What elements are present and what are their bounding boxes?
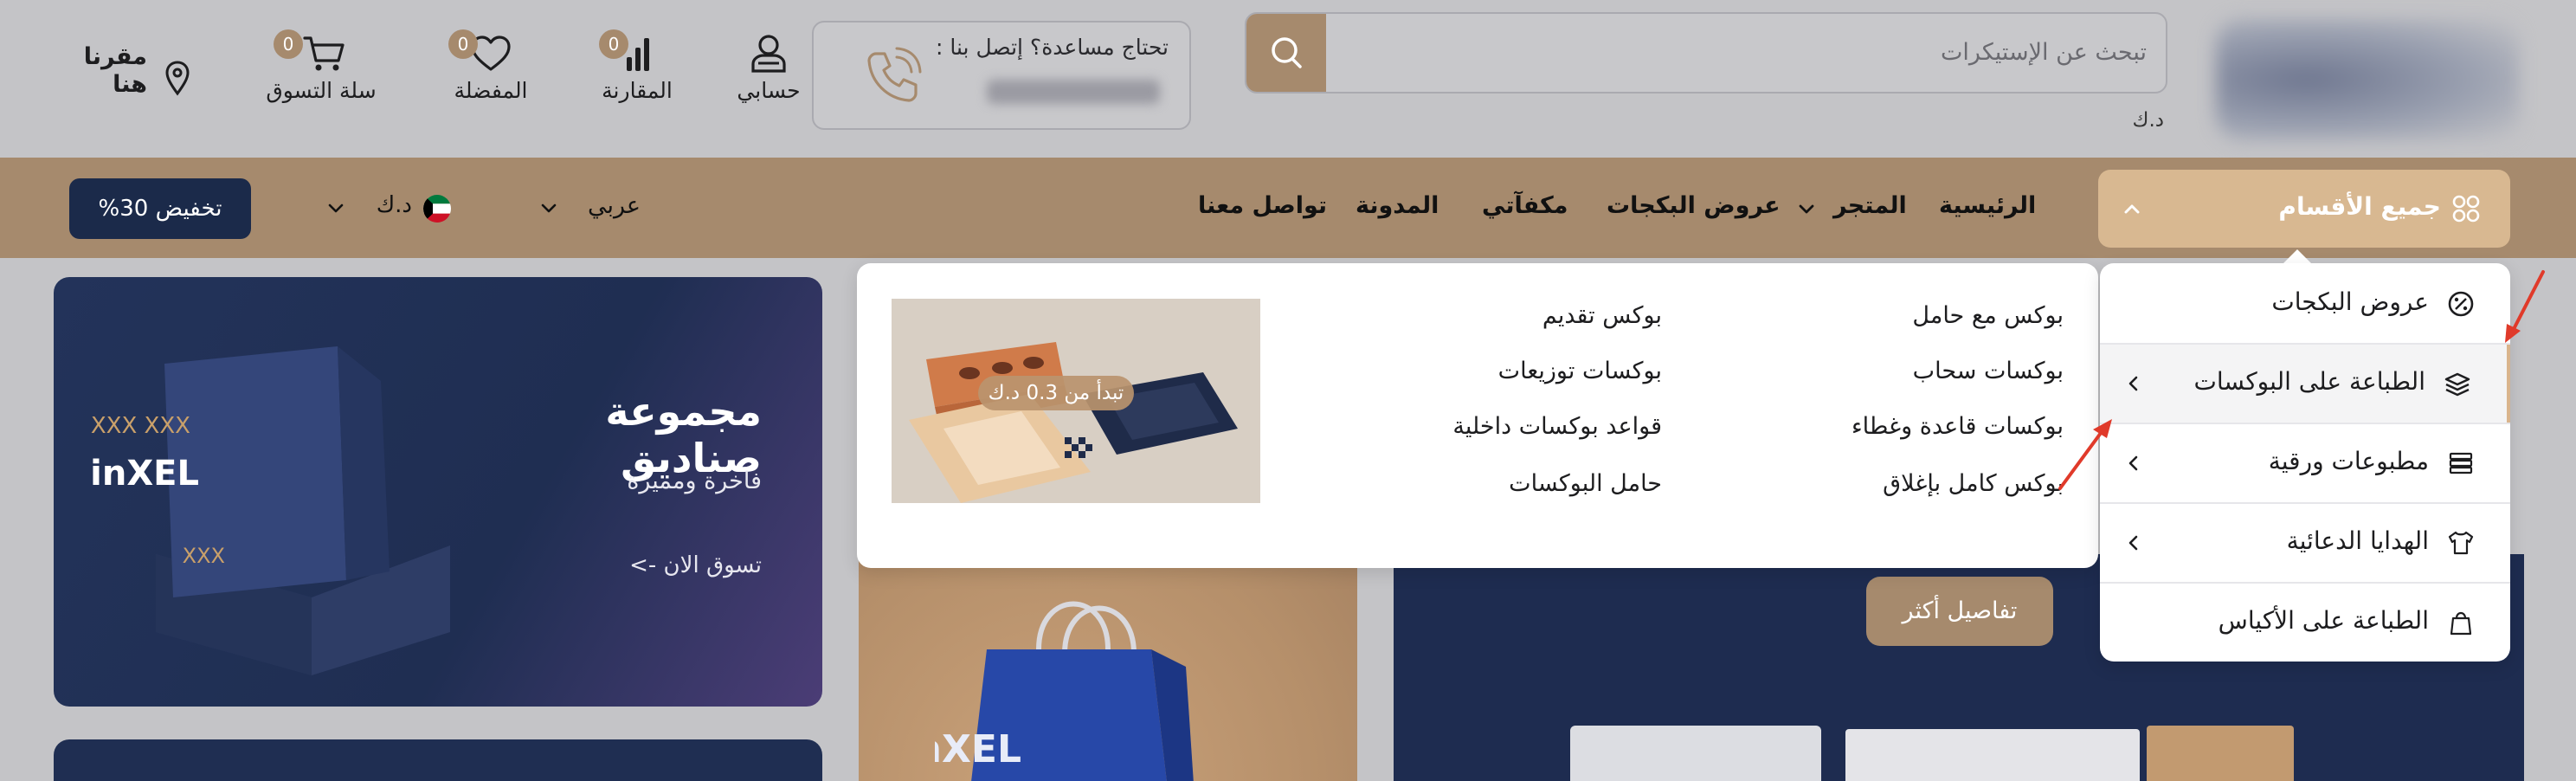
gift-box-illustration: XXX XXX XXX inXEL XXX: [87, 346, 450, 675]
cart-label: سلة التسوق: [266, 78, 377, 103]
details-button[interactable]: تفاصيل أكثر: [1866, 577, 2053, 646]
annotation-arrow-icon: [2058, 419, 2112, 490]
shopping-bag-illustration: inXEL: [935, 601, 1194, 781]
cart-count: 0: [274, 29, 303, 59]
favorites-count: 0: [448, 29, 478, 59]
favorites-label: المفضلة: [454, 78, 528, 103]
account-link[interactable]: حسابي: [734, 33, 803, 103]
category-label: الهدايا الدعائية: [2286, 526, 2429, 555]
letterhead-mockup: [1845, 729, 2140, 781]
category-box-printing[interactable]: الطباعة على البوكسات: [2100, 345, 2510, 423]
kuwait-flag-icon: [423, 195, 451, 223]
tshirt-icon: [2448, 531, 2474, 555]
search-input[interactable]: [1350, 26, 2147, 78]
mega-link[interactable]: بوكسات قاعدة وغطاء: [1697, 413, 2064, 440]
category-label: الطباعة على الأكياس: [2218, 606, 2429, 635]
compare-label: المقارنة: [602, 78, 673, 103]
chevron-down-icon[interactable]: [1795, 197, 1818, 220]
account-label: حسابي: [737, 78, 801, 103]
mega-link[interactable]: حامل البوكسات: [1298, 470, 1662, 497]
nav-contact[interactable]: تواصل معنا: [1198, 192, 1327, 219]
help-title: تحتاج مساعدة؟ إتصل بنا :: [936, 35, 1169, 60]
language-selector[interactable]: عربي: [571, 192, 641, 219]
chevron-down-icon[interactable]: [537, 196, 561, 220]
chevron-left-icon: [2128, 535, 2138, 551]
chevron-left-icon: [2128, 376, 2138, 391]
compare-count: 0: [599, 29, 628, 59]
grid-icon: [2452, 195, 2480, 223]
chevron-down-icon[interactable]: [324, 196, 348, 220]
badge-percent-icon: [2448, 291, 2474, 317]
svg-text:XXX: XXX: [183, 544, 225, 568]
category-packages[interactable]: عروض البكجات: [2100, 265, 2510, 343]
category-bag-printing[interactable]: الطباعة على الأكياس: [2100, 584, 2510, 662]
mega-link[interactable]: بوكسات سحاب: [1697, 358, 2064, 384]
search-icon: [1272, 37, 1302, 68]
category-promo-gifts[interactable]: الهدايا الدعائية: [2100, 504, 2510, 582]
nav-blog[interactable]: المدونة: [1356, 192, 1439, 219]
user-icon: [751, 35, 786, 73]
compare-link[interactable]: 0 المقارنة: [594, 29, 680, 103]
svg-text:inXEL: inXEL: [935, 727, 1021, 771]
search-button[interactable]: [1246, 14, 1326, 92]
svg-text:XXX XXX XXX: XXX XXX XXX: [87, 413, 190, 439]
help-phone-number[interactable]: [987, 80, 1160, 104]
mega-link[interactable]: بوكس كامل بإغلاق: [1697, 470, 2064, 497]
paper-stack-icon: [2449, 452, 2473, 474]
secondary-banner[interactable]: [54, 739, 822, 781]
nav-rewards[interactable]: مكفآتي: [1482, 192, 1568, 219]
mega-link[interactable]: بوكس مع حامل: [1697, 302, 2064, 329]
hero-shop-link[interactable]: تسوق الان ->: [563, 552, 762, 578]
chevron-up-icon: [2124, 204, 2140, 214]
location-line1: مقرنا: [83, 43, 147, 70]
mega-link[interactable]: قواعد بوكسات داخلية: [1298, 413, 1662, 440]
brand-card-mockup: [2147, 726, 2294, 781]
cart-link[interactable]: 0 سلة التسوق: [256, 29, 386, 103]
annotation-arrow-icon: [2505, 270, 2545, 343]
category-label: مطبوعات ورقية: [2268, 447, 2429, 475]
currency-selector[interactable]: د.ك: [355, 192, 412, 218]
location-line2: هنا: [113, 71, 147, 98]
nav-home[interactable]: الرئيسية: [1939, 192, 2036, 219]
discount-button[interactable]: تخفيض 30%: [69, 178, 251, 239]
nav-store[interactable]: المتجر: [1833, 192, 1907, 219]
mega-link[interactable]: بوكسات توزيعات: [1298, 358, 1662, 384]
category-label: الطباعة على البوكسات: [2193, 367, 2425, 396]
nav-packages[interactable]: عروض البكجات: [1607, 192, 1781, 219]
box-stack-icon: [2444, 372, 2470, 397]
hero-subtitle: فاخرة ومميزة: [627, 468, 762, 494]
location-pin-icon: [165, 61, 190, 96]
chevron-left-icon: [2128, 455, 2138, 471]
business-card-mockup: [1570, 726, 1821, 781]
category-label: عروض البكجات: [2271, 287, 2429, 316]
site-logo[interactable]: [2216, 19, 2519, 140]
price-tag: تبدأ من 0.3 د.ك: [978, 376, 1134, 410]
location-link[interactable]: مقرنا هنا: [52, 43, 147, 99]
mega-link[interactable]: بوكس تقديم: [1298, 302, 1662, 329]
all-categories-label: جميع الأقسام: [2278, 192, 2441, 221]
currency-note: د.ك: [2132, 109, 2164, 132]
favorites-link[interactable]: 0 المفضلة: [443, 29, 538, 103]
phone-icon: [867, 47, 922, 102]
category-paper-prints[interactable]: مطبوعات ورقية: [2100, 424, 2510, 502]
bag-icon: [2450, 611, 2472, 636]
svg-text:inXEL: inXEL: [90, 454, 199, 494]
